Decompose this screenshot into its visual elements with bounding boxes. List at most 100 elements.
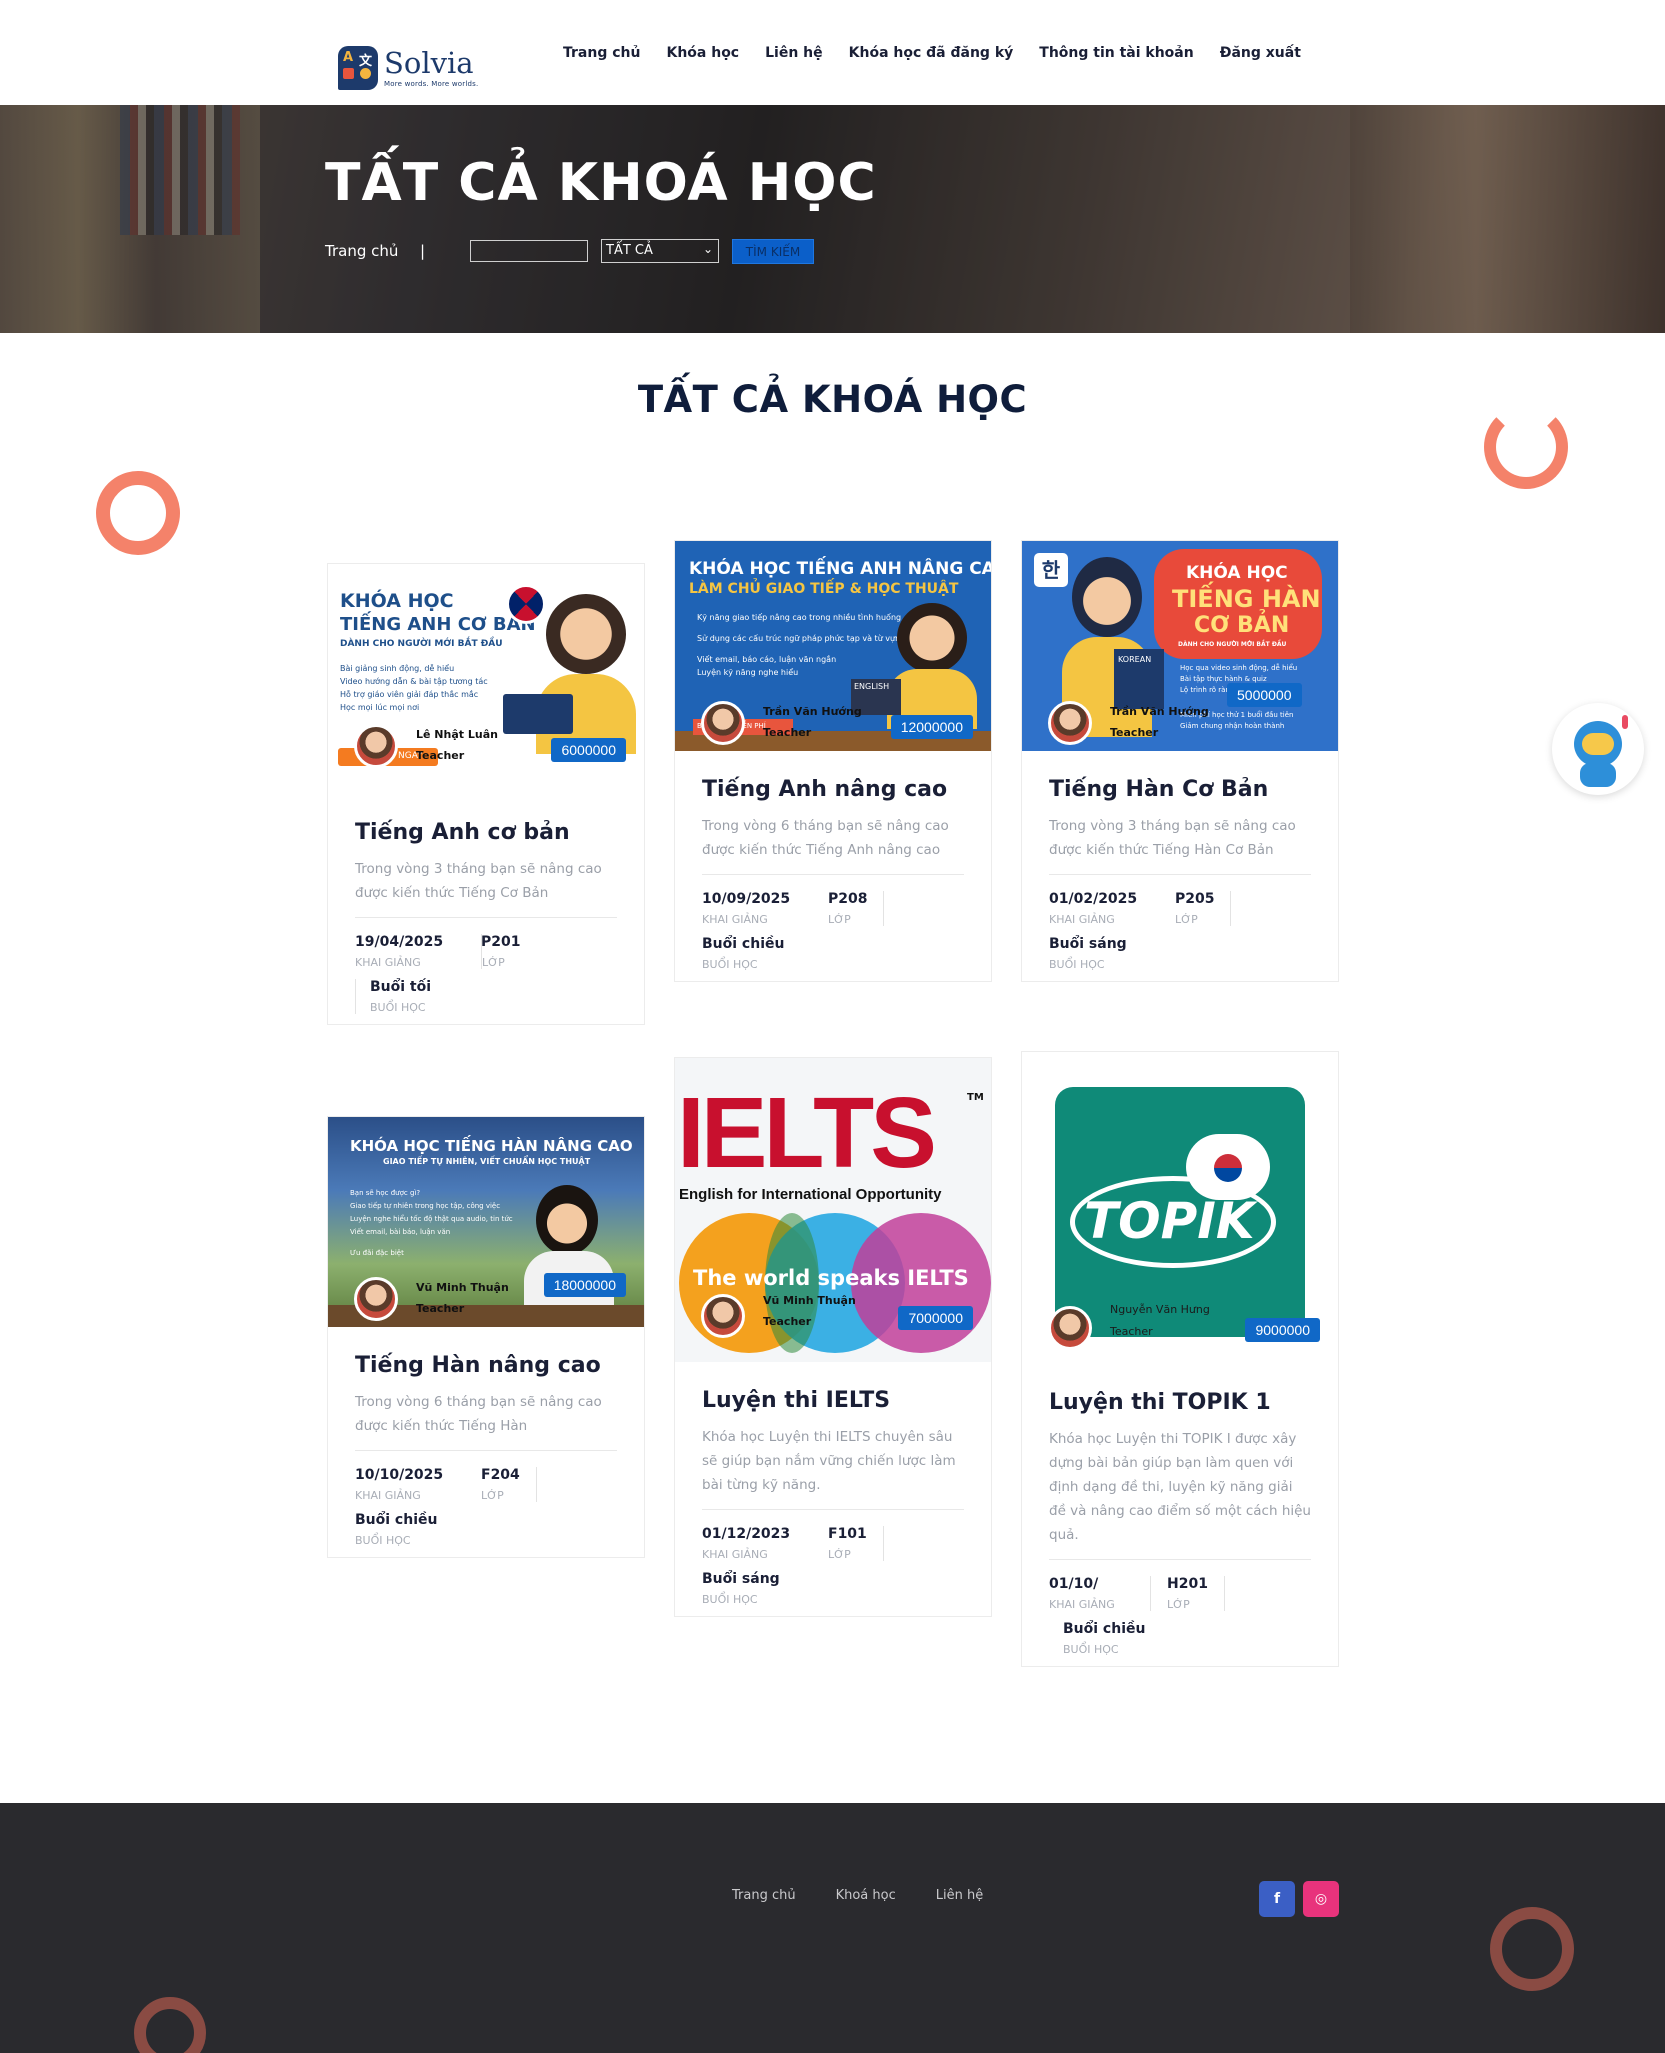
teacher-name: Lê Nhật Luân bbox=[416, 728, 498, 741]
teacher-avatar bbox=[1048, 1306, 1092, 1350]
decor-ring-right bbox=[1484, 405, 1568, 489]
start-date: 01/12/2023 bbox=[702, 1526, 791, 1542]
start-date: 01/02/2025 bbox=[1049, 891, 1138, 907]
filter-selected-value: TẤT CẢ bbox=[606, 243, 653, 258]
start-date: 10/09/2025 bbox=[702, 891, 791, 907]
teacher-name: Vũ Minh Thuận bbox=[763, 1294, 856, 1307]
room: F204 bbox=[481, 1467, 520, 1483]
course-title[interactable]: Tiếng Anh nâng cao bbox=[702, 777, 964, 802]
session: Buổi chiều bbox=[702, 936, 785, 952]
start-date: 10/10/2025 bbox=[355, 1467, 444, 1483]
search-input[interactable] bbox=[470, 240, 588, 262]
nav-contact[interactable]: Liên hệ bbox=[765, 45, 823, 61]
course-title[interactable]: Tiếng Anh cơ bản bbox=[355, 820, 617, 845]
teacher-avatar bbox=[354, 724, 398, 768]
course-price: 12000000 bbox=[890, 715, 973, 739]
ielts-logo: IELTS bbox=[677, 1077, 937, 1189]
course-meta: 10/09/2025 KHAI GIẢNG P208 LỚP Buổi chiều B… bbox=[702, 874, 964, 981]
breadcrumb-home[interactable]: Trang chủ bbox=[325, 242, 398, 260]
session: Buổi sáng bbox=[1049, 936, 1127, 952]
course-card[interactable]: KHÓA HỌC TIẾNG ANH NÂNG CAO LÀM CHỦ GIAO… bbox=[674, 540, 992, 982]
course-description: Trong vòng 3 tháng bạn sẽ nâng cao được … bbox=[355, 861, 602, 901]
nav-courses[interactable]: Khóa học bbox=[666, 45, 739, 61]
section-title: TẤT CẢ KHOÁ HỌC bbox=[637, 378, 1028, 421]
uk-flag-icon bbox=[506, 584, 546, 624]
teacher-role: Teacher bbox=[763, 726, 812, 739]
teacher-role: Teacher bbox=[1110, 726, 1159, 739]
course-meta: 01/10/KHAI GIẢNG H201 LỚP Buổi chiều BUỔI … bbox=[1049, 1559, 1311, 1666]
course-title[interactable]: Luyện thi IELTS bbox=[702, 1388, 964, 1413]
course-image: KHÓA HỌC TIẾNG HÀN NÂNG CAO GIAO TIẾP TỰ… bbox=[328, 1117, 644, 1327]
session: Buổi tối bbox=[370, 979, 432, 995]
course-image: KHÓA HỌC TIẾNG ANH NÂNG CAO LÀM CHỦ GIAO… bbox=[675, 541, 991, 751]
teacher-role: Teacher bbox=[763, 1315, 812, 1328]
room: P201 bbox=[481, 934, 521, 950]
course-image: KHÓA HỌC TIẾNG ANH CƠ BẢN DÀNH CHO NGƯỜI… bbox=[328, 564, 644, 774]
course-price: 5000000 bbox=[1227, 683, 1302, 707]
course-meta: 19/04/2025 KHAI GIẢNG P201 LỚP Buổi tối BUỔ… bbox=[355, 917, 617, 1024]
course-meta: 01/02/2025 KHAI GIẢNG P205 LỚP Buổi sáng BU… bbox=[1049, 874, 1311, 981]
footer-link-home[interactable]: Trang chủ bbox=[732, 1888, 796, 1903]
nav-logout[interactable]: Đăng xuất bbox=[1220, 45, 1301, 61]
teacher-name: Trần Văn Hướng bbox=[763, 705, 862, 718]
teacher-name: Vũ Minh Thuận bbox=[416, 1281, 509, 1294]
korea-flag-icon bbox=[1186, 1134, 1270, 1200]
decor-ring-footer-right bbox=[1490, 1907, 1574, 1991]
nav-registered-courses[interactable]: Khóa học đã đăng ký bbox=[849, 45, 1014, 61]
start-date: 19/04/2025 bbox=[355, 934, 444, 950]
start-date: 01/10/ bbox=[1049, 1576, 1099, 1592]
course-description: Khóa học Luyện thi TOPIK I được xây dựng… bbox=[1049, 1431, 1311, 1543]
nav-home[interactable]: Trang chủ bbox=[563, 45, 640, 61]
site-footer: Trang chủ Khoá học Liên hệ f ◎ bbox=[0, 1803, 1665, 2053]
teacher-role: Teacher bbox=[416, 749, 465, 762]
course-price: 6000000 bbox=[551, 738, 626, 762]
chatbot-button[interactable] bbox=[1552, 703, 1644, 795]
brand-logo[interactable]: A文 Solvia More words. More worlds. bbox=[338, 46, 478, 90]
course-description: Trong vòng 6 tháng bạn sẽ nâng cao được … bbox=[355, 1394, 602, 1434]
course-description: Trong vòng 6 tháng bạn sẽ nâng cao được … bbox=[702, 818, 949, 858]
chevron-down-icon: ⌄ bbox=[702, 242, 713, 256]
course-description: Khóa học Luyện thi IELTS chuyên sâu sẽ g… bbox=[702, 1429, 956, 1493]
main-nav: Trang chủ Khóa học Liên hệ Khóa học đã đ… bbox=[563, 45, 1301, 61]
room: H201 bbox=[1167, 1576, 1208, 1592]
logo-icon: A文 bbox=[338, 46, 378, 90]
course-price: 18000000 bbox=[543, 1273, 626, 1297]
nav-account-info[interactable]: Thông tin tài khoản bbox=[1039, 45, 1193, 61]
course-card[interactable]: 한 KHÓA HỌC TIẾNG HÀN CƠ BẢN DÀNH CHO NGƯ… bbox=[1021, 540, 1339, 982]
teacher-name: Nguyễn Văn Hưng bbox=[1110, 1303, 1210, 1316]
hero-title: TẤT CẢ KHOÁ HỌC bbox=[325, 153, 877, 213]
room: F101 bbox=[828, 1526, 867, 1542]
footer-link-contact[interactable]: Liên hệ bbox=[936, 1888, 983, 1903]
course-title[interactable]: Tiếng Hàn nâng cao bbox=[355, 1353, 617, 1378]
course-meta: 01/12/2023 KHAI GIẢNG F101 LỚP Buổi sáng BU… bbox=[702, 1509, 964, 1616]
course-title[interactable]: Luyện thi TOPIK 1 bbox=[1049, 1390, 1311, 1415]
course-card[interactable]: KHÓA HỌC TIẾNG ANH CƠ BẢN DÀNH CHO NGƯỜI… bbox=[327, 563, 645, 1025]
course-card[interactable]: KHÓA HỌC TIẾNG HÀN NÂNG CAO GIAO TIẾP TỰ… bbox=[327, 1116, 645, 1558]
course-description: Trong vòng 3 tháng bạn sẽ nâng cao được … bbox=[1049, 818, 1296, 858]
course-price: 9000000 bbox=[1245, 1318, 1320, 1342]
site-header: A文 Solvia More words. More worlds. Trang… bbox=[0, 0, 1665, 105]
brand-tagline: More words. More worlds. bbox=[384, 79, 479, 88]
brand-name: Solvia bbox=[384, 45, 474, 80]
room: P205 bbox=[1175, 891, 1215, 907]
category-filter-select[interactable]: TẤT CẢ ⌄ bbox=[601, 239, 719, 263]
instagram-icon[interactable]: ◎ bbox=[1303, 1881, 1339, 1917]
decor-ring-left bbox=[96, 471, 180, 555]
facebook-icon[interactable]: f bbox=[1259, 1881, 1295, 1917]
teacher-avatar bbox=[701, 701, 745, 745]
course-image: IELTS TM English for International Oppor… bbox=[675, 1058, 991, 1362]
course-card[interactable]: IELTS TM English for International Oppor… bbox=[674, 1057, 992, 1617]
course-card[interactable]: TOPIK Nguyễn Văn Hưng Teacher 9000000 Lu… bbox=[1021, 1051, 1339, 1667]
course-price: 7000000 bbox=[898, 1306, 973, 1330]
session: Buổi chiều bbox=[355, 1512, 438, 1528]
topik-logo: TOPIK bbox=[1084, 1192, 1255, 1250]
course-title[interactable]: Tiếng Hàn Cơ Bản bbox=[1049, 777, 1311, 802]
search-button[interactable]: TÌM KIẾM bbox=[732, 239, 814, 264]
footer-link-courses[interactable]: Khoá học bbox=[836, 1888, 896, 1903]
teacher-avatar bbox=[354, 1277, 398, 1321]
course-image: TOPIK Nguyễn Văn Hưng Teacher 9000000 bbox=[1022, 1052, 1338, 1372]
teacher-role: Teacher bbox=[416, 1302, 465, 1315]
korean-badge-icon: 한 bbox=[1034, 553, 1068, 587]
student-illustration bbox=[546, 594, 626, 674]
course-image: 한 KHÓA HỌC TIẾNG HÀN CƠ BẢN DÀNH CHO NGƯ… bbox=[1022, 541, 1338, 751]
